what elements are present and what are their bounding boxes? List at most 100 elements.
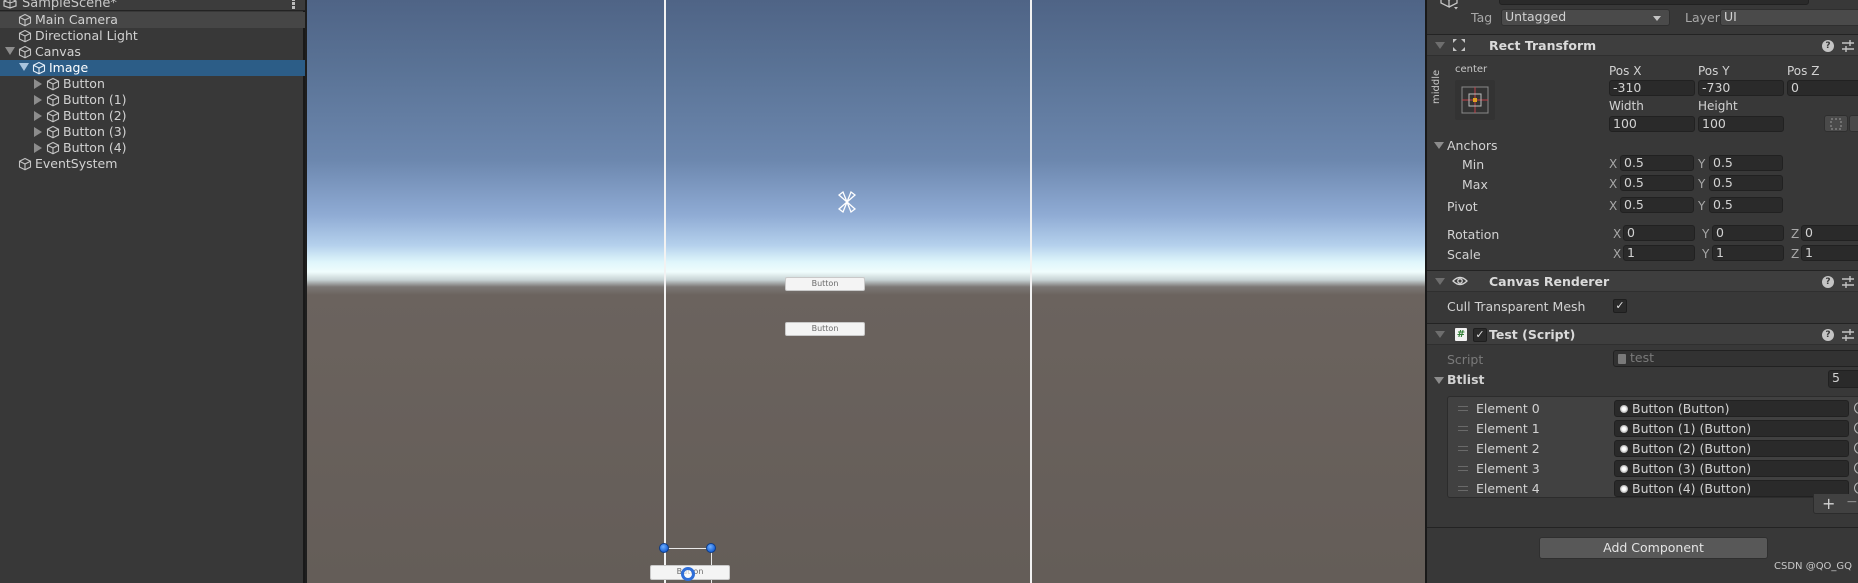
pos-z-field[interactable]: 0 — [1787, 80, 1858, 96]
component-settings-icon[interactable] — [1841, 275, 1855, 289]
collapse-arrow-icon[interactable] — [1435, 278, 1445, 285]
list-add-remove-bar: + − — [1813, 494, 1858, 514]
hierarchy-item-image[interactable]: Image — [0, 60, 305, 76]
object-picker-icon[interactable] — [1854, 442, 1858, 454]
object-picker-icon[interactable] — [1854, 422, 1858, 434]
tag-dropdown[interactable]: Untagged — [1501, 9, 1670, 26]
pivot-x-field[interactable]: 0.5 — [1620, 197, 1694, 213]
canvas-renderer-header[interactable]: Canvas Renderer ? — [1427, 270, 1858, 292]
script-enabled-checkbox[interactable]: ✓ — [1473, 328, 1487, 342]
object-picker-icon[interactable] — [1854, 462, 1858, 474]
rect-transform-header[interactable]: Rect Transform ? — [1427, 34, 1858, 56]
rotation-z-field[interactable]: 0 — [1801, 225, 1858, 241]
hierarchy-item-button[interactable]: Button — [0, 76, 305, 92]
rect-transform-icon — [1453, 39, 1465, 51]
hierarchy-item-button-2[interactable]: Button (2) — [0, 108, 305, 124]
gameobject-name-field[interactable] — [1499, 0, 1809, 5]
btlist-collapse-arrow-icon[interactable] — [1434, 377, 1444, 384]
selection-rect-top-edge — [664, 548, 712, 549]
scale-x-field[interactable]: 1 — [1623, 245, 1695, 261]
hierarchy-item-canvas[interactable]: Canvas — [0, 44, 305, 60]
rect-handle-top-left[interactable] — [659, 543, 669, 553]
element-object-field[interactable]: Button (1) (Button) — [1614, 420, 1849, 437]
pivot-y-field[interactable]: 0.5 — [1709, 197, 1783, 213]
object-picker-icon[interactable] — [1854, 402, 1858, 414]
hierarchy-item-button-1[interactable]: Button (1) — [0, 92, 305, 108]
component-title: Canvas Renderer — [1489, 274, 1610, 289]
element-object-field[interactable]: Button (Button) — [1614, 400, 1849, 417]
drag-handle-icon[interactable] — [1458, 426, 1468, 431]
axis-y-label: Y — [1698, 199, 1706, 213]
hierarchy-item-button-3[interactable]: Button (3) — [0, 124, 305, 140]
axis-y-label: Y — [1698, 177, 1706, 191]
expand-arrow-icon[interactable] — [34, 111, 42, 121]
script-file-icon — [1618, 354, 1626, 364]
item-label: Button (2) — [63, 108, 127, 123]
anchor-min-y-field[interactable]: 0.5 — [1709, 155, 1783, 171]
scale-z-field[interactable]: 1 — [1801, 245, 1858, 261]
component-settings-icon[interactable] — [1841, 39, 1855, 53]
hierarchy-scene-header[interactable]: SampleScene* — [0, 0, 305, 11]
drag-handle-icon[interactable] — [1458, 406, 1468, 411]
drag-handle-icon[interactable] — [1458, 466, 1468, 471]
anchor-max-x-field[interactable]: 0.5 — [1620, 175, 1694, 191]
rotation-x-field[interactable]: 0 — [1623, 225, 1695, 241]
kebab-menu-icon[interactable] — [290, 0, 296, 10]
collapse-arrow-icon[interactable] — [1435, 331, 1445, 338]
anchor-min-x-field[interactable]: 0.5 — [1620, 155, 1694, 171]
blueprint-mode-button[interactable] — [1824, 115, 1848, 132]
raw-edit-button[interactable] — [1849, 115, 1858, 132]
anchors-collapse-arrow-icon[interactable] — [1434, 142, 1444, 149]
cull-transparent-mesh-label: Cull Transparent Mesh — [1447, 299, 1586, 314]
component-title: Rect Transform — [1489, 38, 1597, 53]
gameobject-icon[interactable] — [1439, 0, 1461, 10]
scale-y-field[interactable]: 1 — [1712, 245, 1784, 261]
expand-arrow-icon[interactable] — [34, 143, 42, 153]
item-label: Button — [63, 76, 105, 91]
element-object-field[interactable]: Button (3) (Button) — [1614, 460, 1849, 477]
btlist-label: Btlist — [1447, 372, 1485, 387]
layer-dropdown[interactable]: UI — [1720, 9, 1858, 26]
drag-handle-icon[interactable] — [1458, 486, 1468, 491]
element-object-field[interactable]: Button (2) (Button) — [1614, 440, 1849, 457]
axis-x-label: X — [1609, 177, 1618, 191]
anchor-max-y-field[interactable]: 0.5 — [1709, 175, 1783, 191]
add-component-button[interactable]: Add Component — [1539, 537, 1768, 559]
expand-arrow-icon[interactable] — [5, 47, 15, 55]
add-element-button[interactable]: + — [1822, 494, 1835, 513]
component-settings-icon[interactable] — [1841, 328, 1855, 342]
anchor-preset-button[interactable] — [1455, 80, 1495, 120]
hierarchy-item-directional-light[interactable]: Directional Light — [0, 28, 305, 44]
scene-ui-button[interactable]: Button — [785, 322, 865, 336]
help-icon[interactable]: ? — [1822, 40, 1834, 52]
directional-light-gizmo-icon[interactable] — [834, 189, 860, 215]
collapse-arrow-icon[interactable] — [1435, 42, 1445, 49]
test-script-header[interactable]: # ✓ Test (Script) ? — [1427, 323, 1858, 345]
pos-y-field[interactable]: -730 — [1698, 80, 1784, 96]
btlist-size-field[interactable]: 5 — [1828, 370, 1858, 388]
scene-title: SampleScene* — [22, 0, 117, 11]
pos-x-field[interactable]: -310 — [1609, 80, 1695, 96]
help-icon[interactable]: ? — [1822, 329, 1834, 341]
help-icon[interactable]: ? — [1822, 276, 1834, 288]
remove-element-button[interactable]: − — [1846, 494, 1858, 510]
cull-transparent-mesh-checkbox[interactable]: ✓ — [1613, 299, 1627, 313]
object-picker-icon[interactable] — [1854, 482, 1858, 494]
hierarchy-item-eventsystem[interactable]: EventSystem — [0, 156, 305, 172]
expand-arrow-icon[interactable] — [34, 95, 42, 105]
expand-arrow-icon[interactable] — [34, 127, 42, 137]
rotation-y-field[interactable]: 0 — [1712, 225, 1784, 241]
scene-ui-button[interactable]: Button — [785, 277, 865, 291]
scene-view[interactable]: Button Button Button — [307, 0, 1425, 583]
anchors-label: Anchors — [1447, 138, 1498, 153]
pivot-handle[interactable] — [681, 567, 695, 581]
hierarchy-item-main-camera[interactable]: Main Camera — [0, 12, 305, 28]
expand-arrow-icon[interactable] — [19, 63, 29, 71]
blueprint-icon — [1830, 118, 1842, 130]
expand-arrow-icon[interactable] — [34, 79, 42, 89]
height-field[interactable]: 100 — [1698, 116, 1784, 132]
width-field[interactable]: 100 — [1609, 116, 1695, 132]
hierarchy-item-button-4[interactable]: Button (4) — [0, 140, 305, 156]
rect-handle-top-right[interactable] — [706, 543, 716, 553]
drag-handle-icon[interactable] — [1458, 446, 1468, 451]
